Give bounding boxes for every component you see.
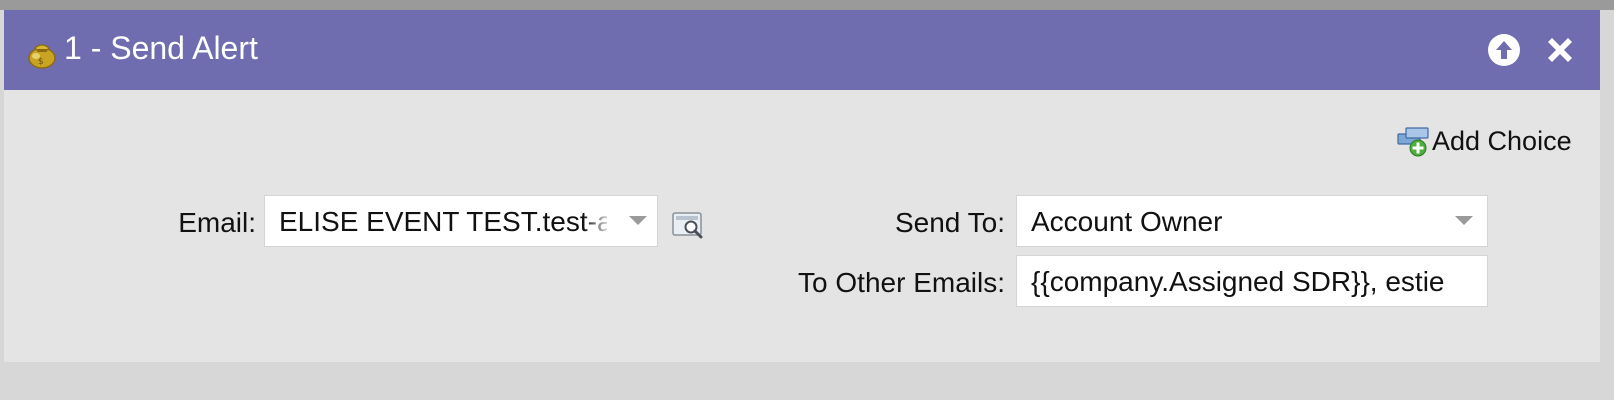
other-emails-input[interactable]: {{company.Assigned SDR}}, estie: [1016, 255, 1488, 307]
money-bag-icon: $: [28, 44, 56, 69]
chevron-down-icon: [1455, 216, 1473, 225]
send-to-select-value: Account Owner: [1031, 206, 1223, 237]
send-to-label: Send To:: [894, 207, 1005, 238]
chevron-down-icon: [629, 216, 647, 225]
panel-title: 1 - Send Alert: [64, 30, 258, 66]
add-choice-icon: [1397, 127, 1429, 157]
email-select[interactable]: ELISE EVENT TEST.test-alert: [264, 195, 658, 247]
add-choice-button[interactable]: Add Choice: [1396, 122, 1572, 160]
email-label: Email:: [178, 207, 256, 238]
email-select-fade: [583, 196, 613, 246]
send-to-select[interactable]: Account Owner: [1016, 195, 1488, 247]
other-emails-value: {{company.Assigned SDR}}, estie: [1031, 266, 1445, 297]
svg-text:$: $: [38, 57, 44, 67]
add-choice-label: Add Choice: [1432, 125, 1572, 156]
collapse-up-icon[interactable]: [1486, 32, 1522, 68]
close-icon[interactable]: [1542, 32, 1578, 68]
panel-header: $ 1 - Send Alert: [4, 10, 1600, 90]
top-strip: [0, 0, 1614, 10]
magnifier-preview-icon[interactable]: [672, 210, 706, 240]
email-select-value: ELISE EVENT TEST.test-alert: [279, 206, 607, 237]
send-alert-panel: $ 1 - Send Alert Add Choice Email: ELISE…: [4, 10, 1600, 362]
other-emails-label: To Other Emails:: [798, 267, 1005, 298]
